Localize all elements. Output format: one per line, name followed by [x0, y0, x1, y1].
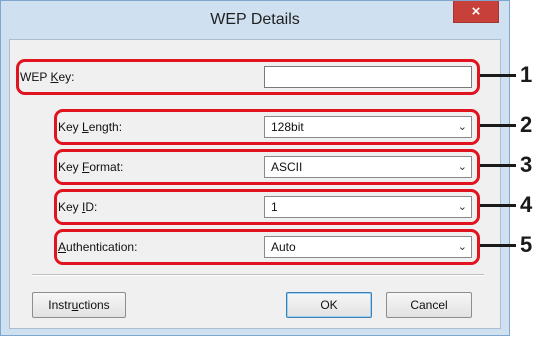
callout-line	[480, 124, 516, 127]
callout-1: 1	[480, 62, 540, 88]
dialog-body: WEP Key: Key Length: 128bit ⌄ Key Format…	[9, 39, 501, 329]
highlight-box-1	[16, 59, 480, 95]
highlight-box-3	[54, 149, 480, 185]
callout-number: 3	[520, 152, 533, 177]
callout-line	[480, 204, 516, 207]
highlight-box-5	[54, 229, 480, 265]
highlight-box-2	[54, 109, 480, 145]
callout-4: 4	[480, 192, 540, 218]
callout-number: 5	[520, 232, 533, 257]
highlight-box-4	[54, 189, 480, 225]
ok-button[interactable]: OK	[286, 292, 372, 318]
callout-line	[480, 244, 516, 247]
callout-5: 5	[480, 232, 540, 258]
close-button[interactable]: ×	[453, 1, 499, 23]
close-icon: ×	[471, 3, 481, 20]
callout-number: 4	[520, 192, 533, 217]
callout-2: 2	[480, 112, 540, 138]
callout-3: 3	[480, 152, 540, 178]
divider	[32, 274, 484, 276]
dialog-title: WEP Details	[210, 11, 300, 28]
cancel-button[interactable]: Cancel	[386, 292, 472, 318]
callout-number: 1	[520, 62, 533, 87]
instructions-button[interactable]: Instructions	[32, 292, 126, 318]
callout-number: 2	[520, 112, 533, 137]
wep-details-dialog: WEP Details × WEP Key: Key Length: 128bi…	[0, 0, 510, 336]
title-bar[interactable]: WEP Details ×	[1, 1, 509, 39]
callout-line	[480, 164, 516, 167]
callout-line	[480, 74, 516, 77]
